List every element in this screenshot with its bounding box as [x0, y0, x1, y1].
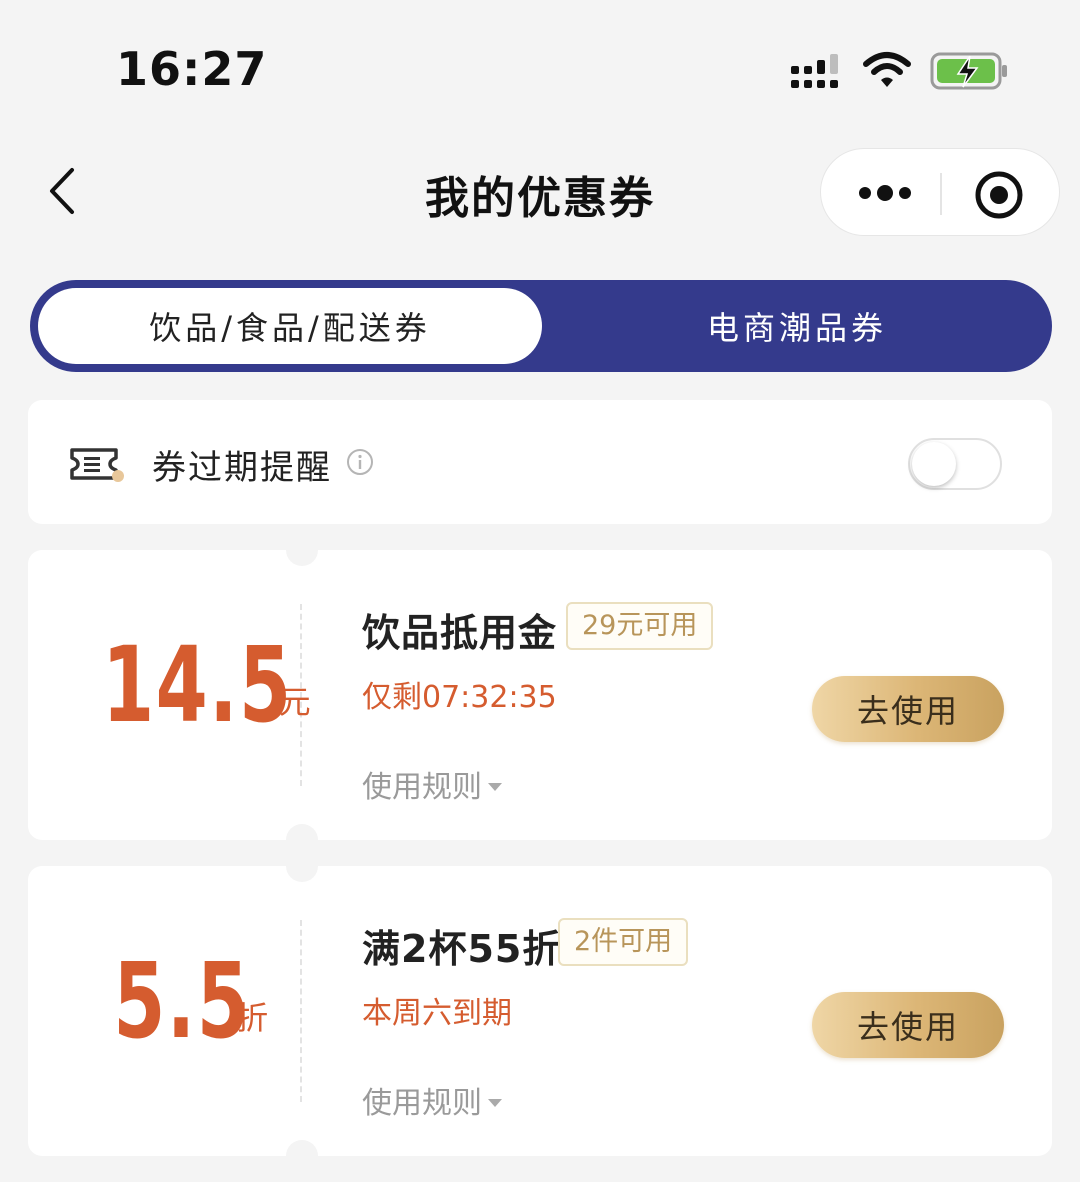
coupon-title: 饮品抵用金 [362, 611, 558, 655]
coupon-deadline: 本周六到期 [362, 996, 512, 1031]
coupon-page: 16:27 我的优惠券 饮品/食品/配送券 电商潮品券 券过期提醒 14.5元 … [0, 0, 1080, 1182]
caret-down-icon [488, 783, 502, 791]
coupon-condition-tag: 2件可用 [558, 918, 689, 966]
caret-down-icon [488, 1099, 502, 1107]
ticket-icon [70, 448, 124, 482]
tab-ecommerce[interactable]: 电商潮品券 [542, 280, 1052, 372]
toggle-knob [912, 442, 956, 486]
battery-icon [930, 52, 1007, 90]
page-title: 我的优惠券 [425, 173, 655, 224]
coupon-card: 14.5元 饮品抵用金 29元可用 仅剩07:32:35 使用规则 去使用 [28, 534, 1052, 856]
coupon-deadline: 仅剩07:32:35 [362, 680, 557, 715]
coupon-amount-value: 14.5 [102, 624, 293, 746]
target-icon[interactable] [973, 169, 1025, 221]
back-icon[interactable] [44, 164, 84, 218]
usage-rules-label: 使用规则 [362, 770, 482, 805]
coupon-notch [286, 850, 318, 882]
coupon-category-tabs: 饮品/食品/配送券 电商潮品券 [30, 280, 1052, 372]
mini-program-capsule [820, 148, 1060, 236]
coupon-amount: 5.5折 [28, 936, 300, 1066]
tab-food-drink-delivery[interactable]: 饮品/食品/配送券 [38, 288, 542, 364]
coupon-amount-value: 5.5 [113, 940, 251, 1062]
expiry-reminder-row: 券过期提醒 [28, 400, 1052, 524]
reminder-label: 券过期提醒 [152, 448, 332, 488]
coupon-card: 5.5折 满2杯55折 2件可用 本周六到期 使用规则 去使用 [28, 850, 1052, 1172]
use-coupon-button[interactable]: 去使用 [812, 676, 1004, 742]
wifi-icon [863, 52, 911, 87]
capsule-divider [940, 173, 942, 215]
coupon-condition-tag: 29元可用 [566, 602, 714, 650]
signal-icon [791, 54, 838, 88]
usage-rules-label: 使用规则 [362, 1086, 482, 1121]
reminder-toggle[interactable] [908, 438, 1002, 490]
more-icon[interactable] [857, 183, 913, 203]
coupon-notch [286, 1140, 318, 1172]
use-coupon-button[interactable]: 去使用 [812, 992, 1004, 1058]
coupon-title: 满2杯55折 [362, 927, 562, 971]
status-bar: 16:27 [0, 0, 1080, 140]
usage-rules-link[interactable]: 使用规则 [362, 1078, 502, 1122]
coupon-amount: 14.5元 [28, 620, 311, 750]
coupon-notch [286, 534, 318, 566]
usage-rules-link[interactable]: 使用规则 [362, 762, 502, 806]
coupon-divider [300, 920, 302, 1102]
status-time: 16:27 [116, 42, 268, 96]
info-icon[interactable] [346, 448, 374, 476]
